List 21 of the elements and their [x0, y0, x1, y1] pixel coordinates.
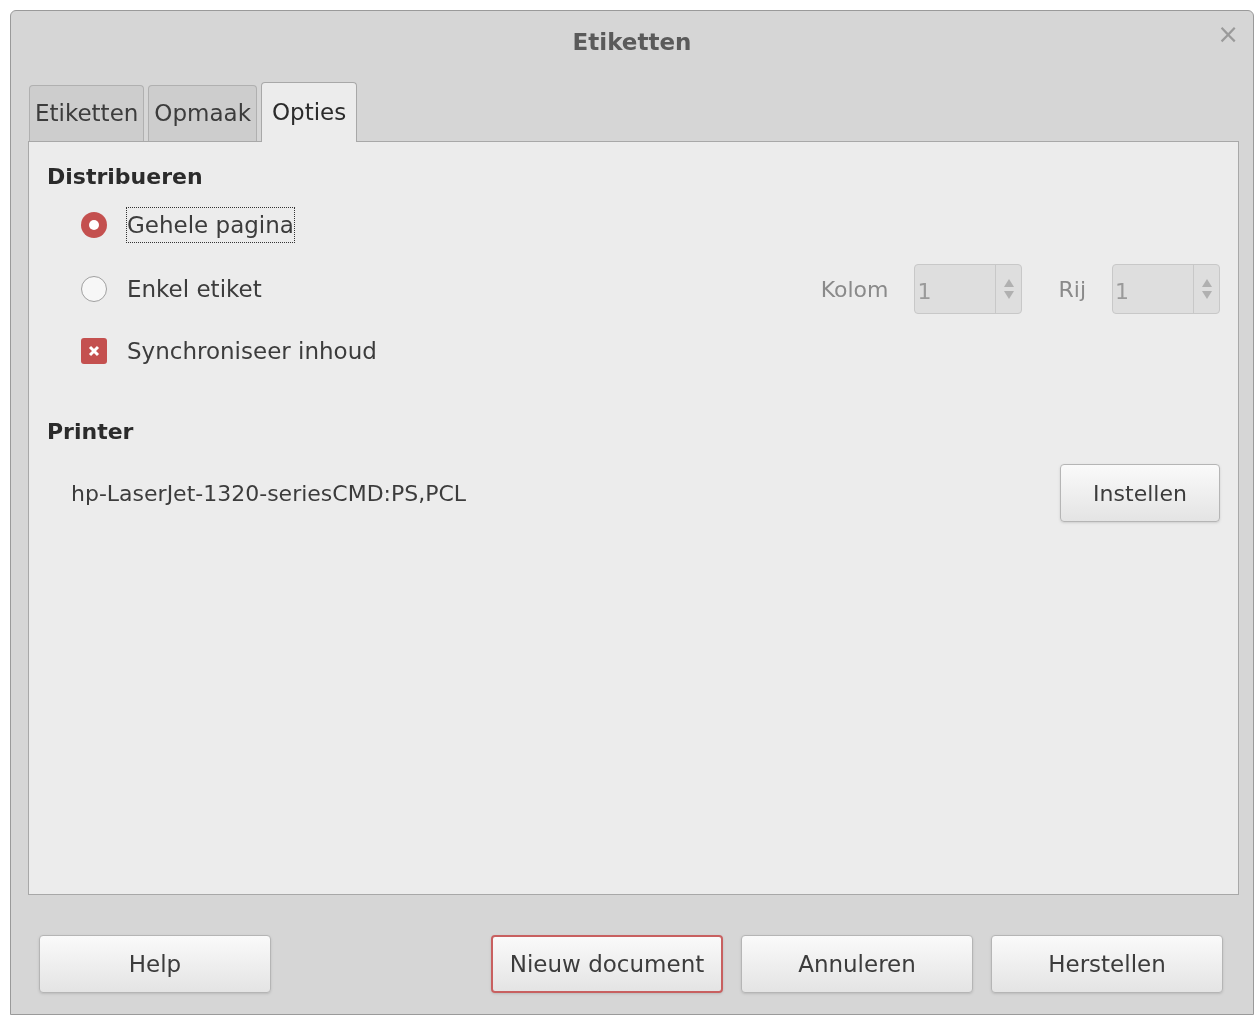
- cross-mark-icon: [88, 345, 100, 357]
- printer-name: hp-LaserJet-1320-seriesCMD:PS,PCL: [71, 479, 467, 508]
- tab[interactable]: Opties: [261, 82, 358, 142]
- checkbox[interactable]: [81, 338, 107, 364]
- radio-button[interactable]: [81, 212, 107, 238]
- section-heading: Distribueren: [47, 163, 204, 191]
- radio-button[interactable]: [81, 276, 107, 302]
- dialog-button[interactable]: Herstellen: [991, 935, 1223, 993]
- setup-button[interactable]: Instellen: [1060, 464, 1220, 522]
- spinner-label: Rij: [1058, 275, 1086, 304]
- tab[interactable]: Etiketten: [29, 85, 145, 141]
- spinner-label: Kolom: [820, 275, 889, 304]
- radio-label[interactable]: Gehele pagina: [127, 207, 294, 243]
- dialog-button[interactable]: Annuleren: [741, 935, 973, 993]
- dialog-button[interactable]: Help: [39, 935, 271, 993]
- checkbox-label[interactable]: Synchroniseer inhoud: [127, 333, 377, 369]
- dialog-button[interactable]: Nieuw document: [491, 935, 723, 993]
- section-heading: Printer: [47, 418, 135, 446]
- window-title: Etiketten: [572, 27, 692, 57]
- tab[interactable]: Opmaak: [148, 85, 257, 141]
- radio-label[interactable]: Enkel etiket: [127, 271, 262, 307]
